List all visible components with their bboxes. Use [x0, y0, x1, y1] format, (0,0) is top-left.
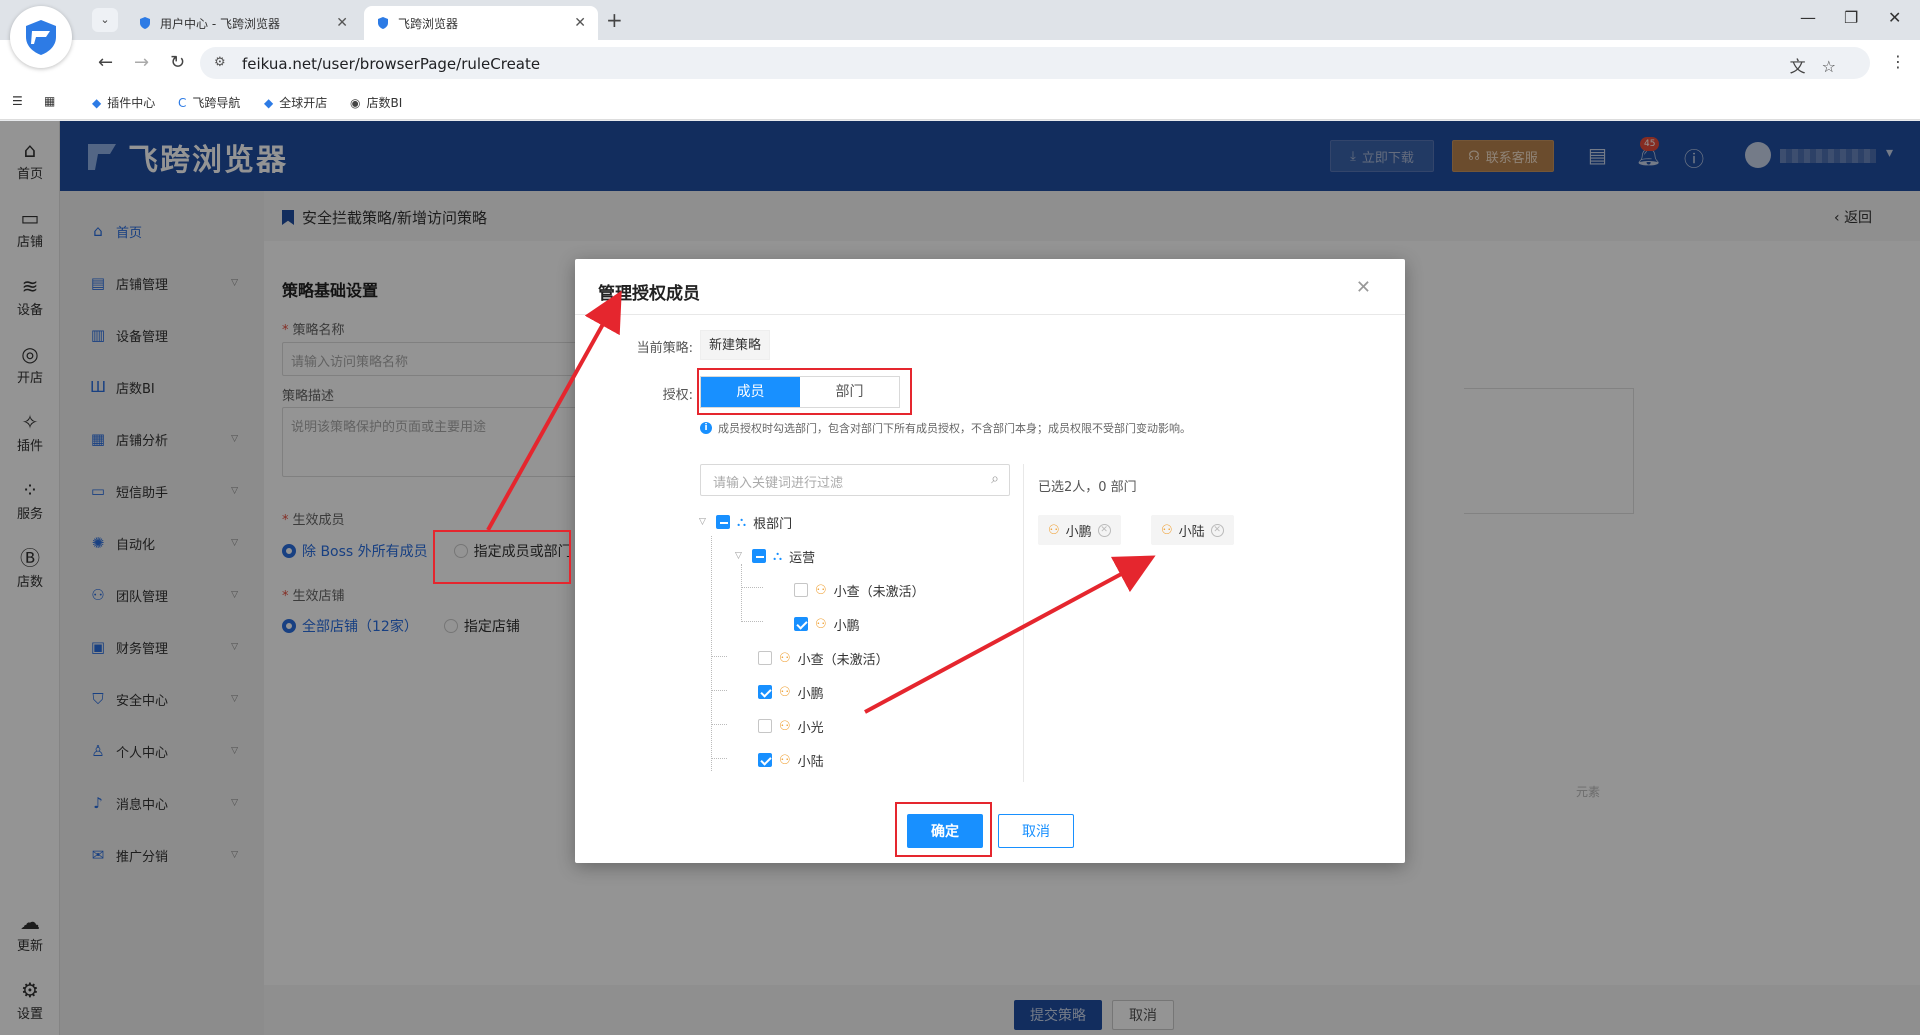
user-icon: ⚇: [815, 582, 827, 598]
tree-node-user[interactable]: ⚇ 小光: [758, 714, 824, 738]
tree-guide-line: [711, 758, 727, 759]
url-text: feikua.net/user/browserPage/ruleCreate: [242, 55, 541, 73]
tree-guide-line: [711, 536, 712, 771]
close-icon[interactable]: ✕: [336, 15, 348, 31]
tree-guide-line: [711, 656, 727, 657]
user-icon: ⚇: [779, 650, 791, 666]
current-policy-value: 新建策略: [700, 330, 771, 360]
current-policy-label: 当前策略:: [636, 341, 693, 356]
tree-checkbox[interactable]: [758, 685, 772, 699]
tree-checkbox[interactable]: [758, 753, 772, 767]
close-icon[interactable]: ✕: [1356, 277, 1371, 298]
url-input[interactable]: ⚙ feikua.net/user/browserPage/ruleCreate…: [200, 47, 1870, 79]
tab-search-button[interactable]: ⌄: [92, 8, 118, 32]
shield-icon: [140, 17, 150, 29]
translate-and-star-icons[interactable]: 文☆: [1790, 53, 1852, 77]
tree-checkbox[interactable]: [758, 651, 772, 665]
dialog-title: 管理授权成员: [598, 284, 700, 304]
tree-checkbox[interactable]: [794, 617, 808, 631]
auth-hint: i 成员授权时勾选部门，包含对部门下所有成员授权，不含部门本身；成员权限不受部门…: [700, 420, 1191, 436]
search-icon: ⌕: [991, 471, 999, 487]
tab-title: 飞跨浏览器: [398, 16, 459, 31]
restore-icon[interactable]: ❐: [1844, 8, 1858, 27]
remove-tag-icon[interactable]: ✕: [1097, 523, 1111, 537]
bookmark-plugin-center[interactable]: ◆ 插件中心: [92, 94, 155, 111]
panel-divider: [1023, 464, 1024, 782]
back-arrow-icon[interactable]: ←: [98, 52, 113, 73]
tree-guide-line: [711, 690, 727, 691]
shield-icon: ◆: [264, 95, 274, 110]
address-bar: ← → ↻ ⚙ feikua.net/user/browserPage/rule…: [0, 40, 1920, 86]
tree-checkbox[interactable]: [758, 719, 772, 733]
tree-checkbox[interactable]: [752, 549, 766, 563]
browser-tab-feikua[interactable]: 飞跨浏览器 ✕: [364, 6, 598, 40]
tree-node-user[interactable]: ⚇ 小鹏: [794, 612, 860, 636]
auth-tab-member[interactable]: 成员: [701, 377, 800, 407]
bookmark-feikua-nav[interactable]: C 飞跨导航: [178, 94, 240, 111]
user-icon: ⚇: [779, 684, 791, 700]
shield-logo-icon: [26, 20, 56, 55]
browser-tab-strip: ⌄ 用户中心 - 飞跨浏览器 ✕ 飞跨浏览器 ✕ + — ❐ ✕: [0, 0, 1920, 40]
selected-tag: ⚇ 小陆 ✕: [1151, 515, 1234, 545]
chevron-down-icon[interactable]: ▽: [699, 517, 709, 527]
tree-node-root[interactable]: ▽ ⛬ 根部门: [699, 510, 792, 534]
bookmark-store-bi[interactable]: ◉ 店数BI: [350, 94, 402, 111]
user-icon: ⚇: [779, 752, 791, 768]
info-icon: i: [700, 422, 712, 434]
c-logo-icon: C: [178, 95, 187, 110]
remove-tag-icon[interactable]: ✕: [1210, 523, 1224, 537]
forward-arrow-icon[interactable]: →: [134, 52, 149, 73]
confirm-button[interactable]: 确定: [907, 814, 983, 848]
tree-node-user[interactable]: ⚇ 小陆: [758, 748, 824, 772]
close-icon[interactable]: ✕: [574, 15, 586, 31]
browser-menu-icon[interactable]: ⋮: [1890, 52, 1906, 71]
member-filter-input[interactable]: 请输入关键词进行过滤 ⌕: [700, 464, 1010, 496]
tree-guide-line: [741, 587, 763, 588]
auth-type-toggle: 成员 部门: [700, 376, 900, 408]
selected-tag: ⚇ 小鹏 ✕: [1038, 515, 1121, 545]
shield-icon: ◆: [92, 95, 102, 110]
user-icon: ⚇: [1161, 522, 1173, 538]
tree-node-user[interactable]: ⚇ 小查（未激活）: [758, 646, 889, 670]
tree-node-user[interactable]: ⚇ 小鹏: [758, 680, 824, 704]
manage-members-dialog: 管理授权成员 ✕ 当前策略: 新建策略 授权: 成员 部门 i 成员授权时勾选部…: [575, 259, 1405, 863]
cancel-button[interactable]: 取消: [998, 814, 1074, 848]
shield-icon: [378, 17, 388, 29]
selected-summary: 已选2人，0 部门: [1038, 480, 1137, 495]
org-chart-icon: ⛬: [737, 514, 747, 530]
tree-checkbox[interactable]: [794, 583, 808, 597]
bookmark-global-store[interactable]: ◆ 全球开店: [264, 94, 327, 111]
sidebar-toggle-icon[interactable]: ☰: [12, 94, 23, 108]
chevron-down-icon[interactable]: ▽: [735, 551, 745, 561]
tab-title: 用户中心 - 飞跨浏览器: [160, 16, 280, 31]
site-info-icon[interactable]: ⚙: [214, 55, 226, 70]
bookmarks-bar: ☰ ▦ ◆ 插件中心 C 飞跨导航 ◆ 全球开店 ◉ 店数BI: [0, 86, 1920, 120]
browser-tab-user-center[interactable]: 用户中心 - 飞跨浏览器 ✕: [126, 6, 360, 40]
reload-icon[interactable]: ↻: [170, 52, 185, 73]
apps-icon[interactable]: ▦: [44, 94, 55, 108]
user-icon: ⚇: [1048, 522, 1060, 538]
divider: [575, 314, 1405, 315]
browser-logo: [10, 6, 72, 68]
new-tab-button[interactable]: +: [606, 8, 623, 32]
org-chart-icon: ⛬: [773, 548, 783, 564]
close-window-icon[interactable]: ✕: [1888, 8, 1901, 27]
tree-guide-line: [741, 564, 742, 622]
auth-tab-department[interactable]: 部门: [800, 377, 899, 407]
tree-node-ops[interactable]: ▽ ⛬ 运营: [735, 544, 815, 568]
tree-guide-line: [711, 724, 727, 725]
auth-label: 授权:: [662, 388, 693, 403]
user-icon: ⚇: [815, 616, 827, 632]
user-icon: ⚇: [779, 718, 791, 734]
minimize-icon[interactable]: —: [1800, 8, 1816, 27]
globe-icon: ◉: [350, 95, 361, 110]
tree-checkbox[interactable]: [716, 515, 730, 529]
tree-node-user[interactable]: ⚇ 小查（未激活）: [794, 578, 925, 602]
tree-guide-line: [741, 621, 763, 622]
